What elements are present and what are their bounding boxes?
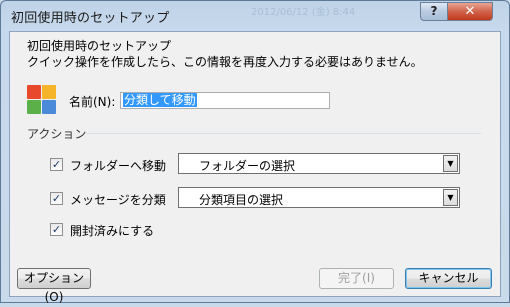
window-title: 初回使用時のセットアップ [11, 11, 170, 26]
move-to-folder-label: フォルダーへ移動 [70, 159, 167, 173]
chevron-down-icon[interactable]: ▼ [443, 189, 458, 206]
help-button[interactable]: ? [420, 2, 448, 21]
name-label: 名前(N): [69, 95, 116, 109]
category-select-value: 分類項目の選択 [199, 193, 284, 207]
mark-as-read-label: 開封済みにする [70, 224, 155, 238]
actions-section-title: アクション [27, 127, 87, 141]
dialog-heading: 初回使用時のセットアップ [27, 39, 172, 53]
dialog-description: クイック操作を作成したら、この情報を再度入力する必要はありません。 [27, 55, 423, 69]
name-input-value: 分類して移動 [123, 93, 197, 107]
title-bar[interactable]: 初回使用時のセットアップ 2012/06/12 (金) 8:44 ? ✕ [1, 1, 509, 31]
icon-square-orange [42, 85, 56, 99]
folder-select-combobox[interactable]: フォルダーの選択 ▼ [178, 153, 460, 174]
actions-divider [86, 133, 481, 134]
folder-select-value: フォルダーの選択 [199, 159, 296, 173]
icon-square-red [27, 85, 41, 99]
move-to-folder-checkbox[interactable]: ✓ [50, 158, 63, 171]
finish-button[interactable]: 完了(I) [319, 268, 394, 289]
icon-square-green [27, 100, 41, 114]
quick-steps-icon [27, 85, 56, 114]
chevron-down-icon[interactable]: ▼ [443, 155, 458, 172]
dialog-content: 初回使用時のセットアップ クイック操作を作成したら、この情報を再度入力する必要は… [9, 31, 501, 304]
background-date-text: 2012/06/12 (金) 8:44 [251, 7, 356, 18]
setup-dialog-window: 初回使用時のセットアップ 2012/06/12 (金) 8:44 ? ✕ 初回使… [0, 0, 510, 304]
close-button[interactable]: ✕ [447, 2, 493, 21]
categorize-message-label: メッセージを分類 [70, 193, 166, 207]
name-input[interactable]: 分類して移動 [120, 92, 330, 109]
icon-square-blue [42, 100, 56, 114]
cancel-button[interactable]: キャンセル [405, 268, 492, 289]
category-select-combobox[interactable]: 分類項目の選択 ▼ [178, 187, 460, 208]
categorize-message-checkbox[interactable]: ✓ [50, 192, 63, 205]
mark-as-read-checkbox[interactable]: ✓ [50, 223, 63, 236]
options-button[interactable]: オプション(O) [17, 268, 91, 304]
